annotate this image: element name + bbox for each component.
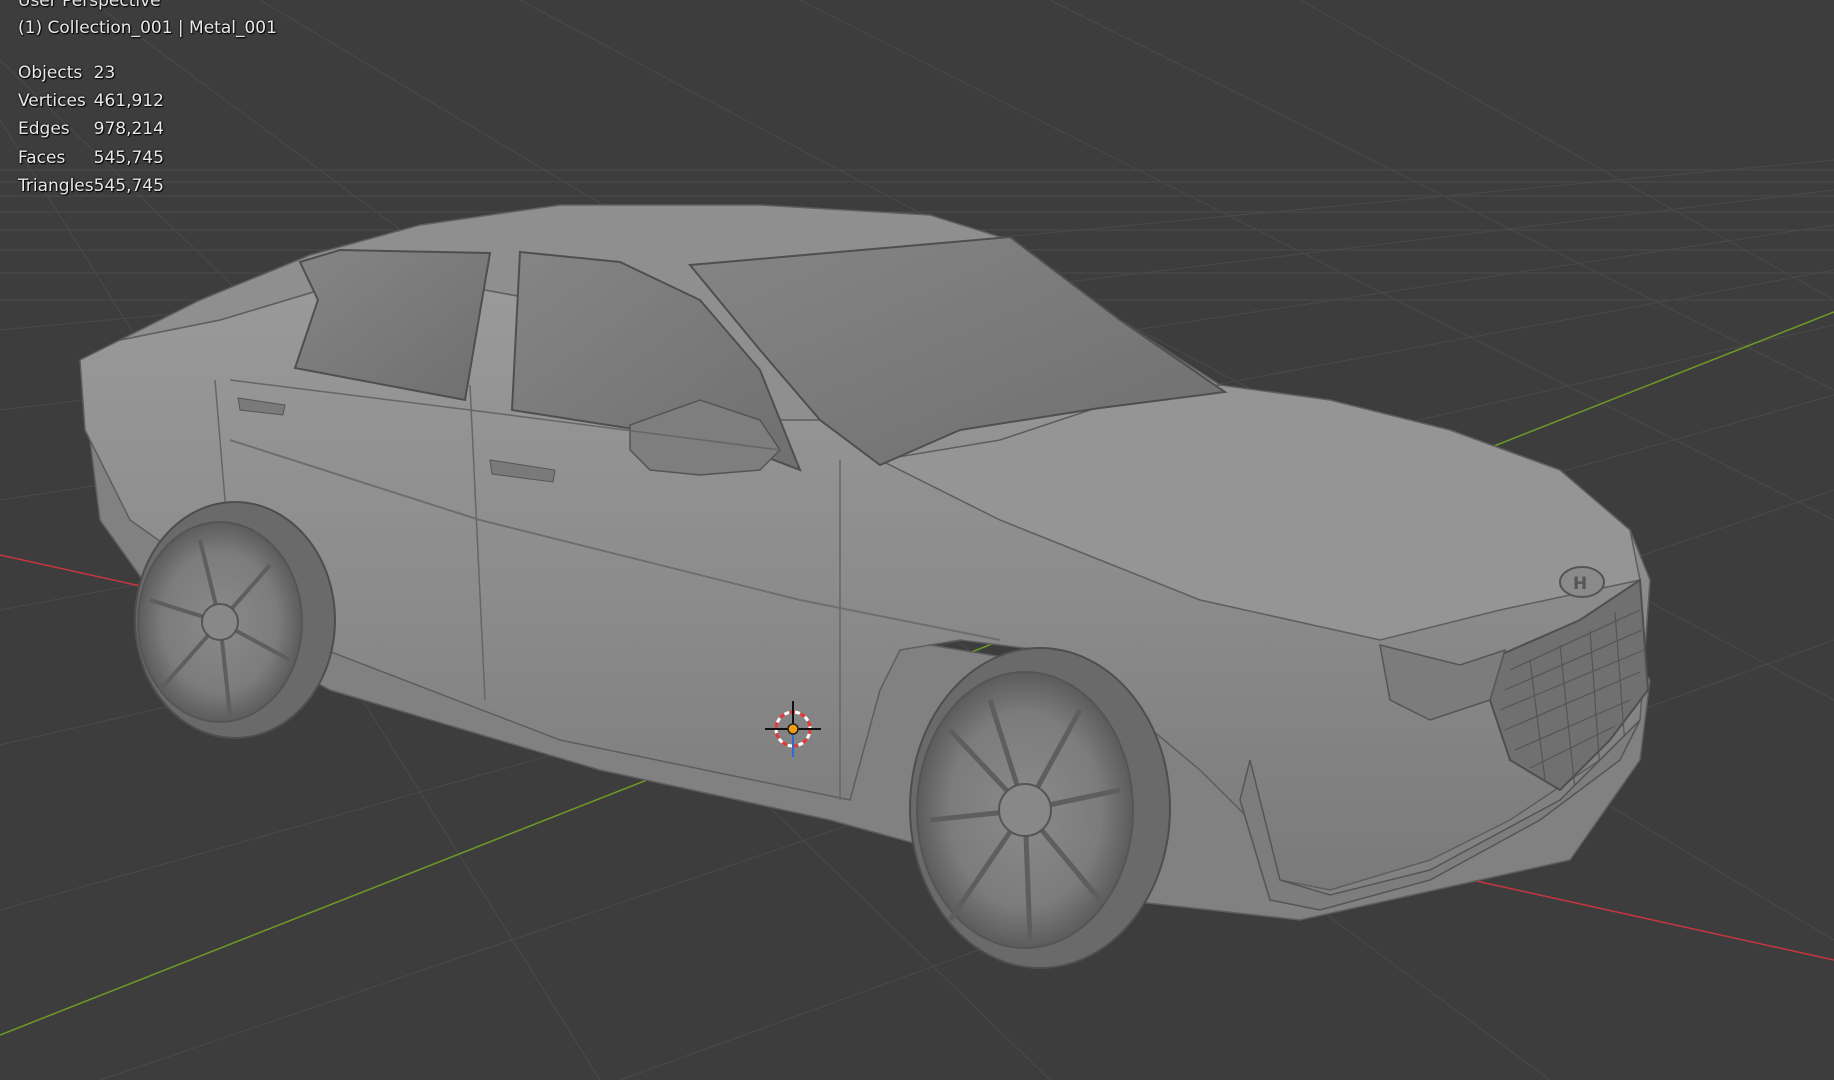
stat-label: Edges [18,119,70,140]
scene-statistics: Objects 23 Vertices 461,912 Edges 978,214 F… [18,59,164,200]
stat-row: Objects 23 [18,59,164,87]
3d-viewport[interactable]: H User Perspective (1) Collection_001 | … [0,0,1834,1080]
stat-value: 978,214 [93,119,164,140]
stat-value: 545,745 [93,147,164,168]
stat-value: 461,912 [93,91,164,112]
car-model[interactable]: H [79,204,1651,969]
stat-label: Objects [18,63,83,84]
stat-label: Vertices [18,91,86,112]
car-logo-glyph: H [1573,574,1587,594]
stat-value: 545,745 [93,175,164,196]
stat-row: Faces 545,745 [18,144,164,172]
viewport-info-overlay: User Perspective (1) Collection_001 | Me… [9,0,277,196]
stat-row: Edges 978,214 [18,115,164,143]
car-front-wheel [909,647,1171,969]
collection-context: (1) Collection_001 | Metal_001 [18,18,277,38]
stat-value: 23 [93,63,116,84]
stat-row: Triangles 545,745 [18,172,164,200]
stat-label: Faces [18,147,66,168]
car-rear-wheel [134,501,336,739]
stat-row: Vertices 461,912 [18,87,164,115]
view-name: User Perspective [18,0,161,11]
stat-label: Triangles [18,175,94,196]
viewport-scene[interactable]: H [0,0,1834,1080]
